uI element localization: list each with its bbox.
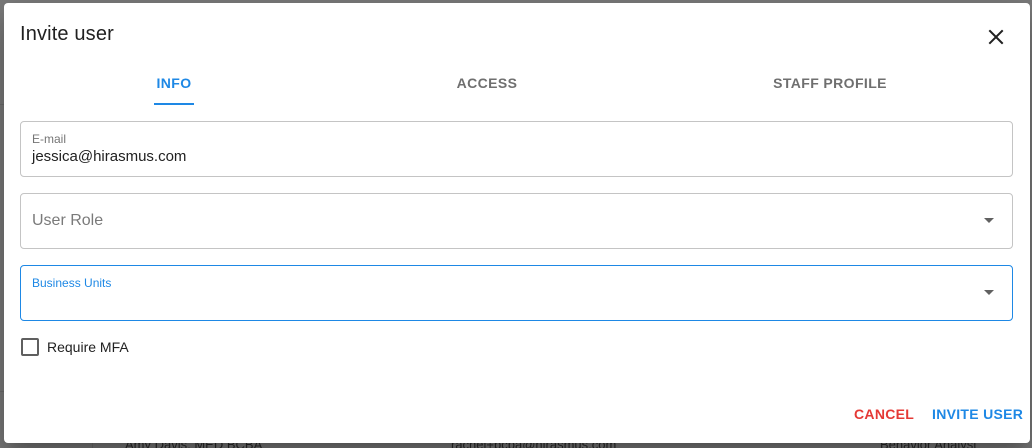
email-value: jessica@hirasmus.com — [32, 148, 187, 165]
tab-access[interactable]: ACCESS — [444, 75, 530, 107]
business-units-select[interactable]: Business Units — [20, 265, 1013, 321]
dropdown-arrow-icon — [984, 290, 994, 295]
business-units-label: Business Units — [32, 276, 112, 290]
user-role-label: User Role — [32, 212, 104, 229]
invite-user-dialog: Invite user INFO ACCESS STAFF PROFILE E-… — [4, 3, 1030, 443]
cancel-button[interactable]: CANCEL — [854, 406, 914, 422]
close-button[interactable] — [982, 23, 1010, 51]
invite-user-button[interactable]: INVITE USER — [932, 406, 1023, 422]
dropdown-arrow-icon — [984, 218, 994, 223]
tab-staff-profile[interactable]: STAFF PROFILE — [764, 75, 896, 107]
close-icon — [988, 29, 1004, 45]
user-role-select[interactable]: User Role — [20, 193, 1013, 249]
email-label: E-mail — [32, 132, 67, 146]
require-mfa-checkbox[interactable] — [21, 338, 39, 356]
email-field[interactable]: E-mail jessica@hirasmus.com — [20, 121, 1013, 177]
active-tab-indicator — [154, 103, 194, 105]
dialog-title: Invite user — [20, 23, 114, 45]
require-mfa-label: Require MFA — [47, 339, 129, 355]
